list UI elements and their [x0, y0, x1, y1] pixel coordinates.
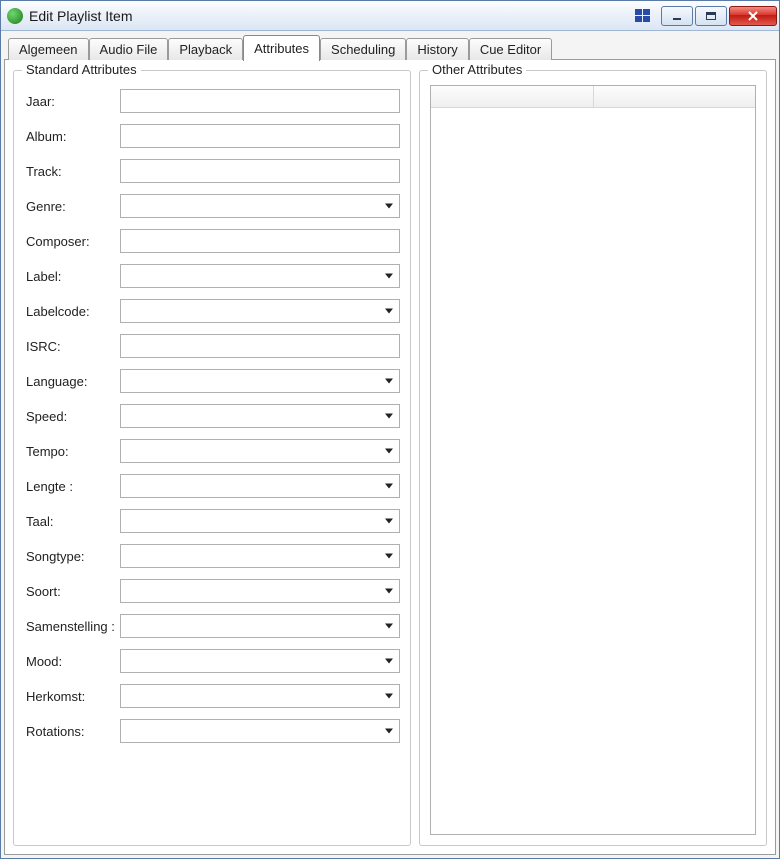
field-row-isrc: ISRC: — [24, 334, 400, 358]
chevron-down-icon — [385, 694, 393, 699]
field-row-herkomst: Herkomst: — [24, 684, 400, 708]
field-row-label: Label: — [24, 264, 400, 288]
chevron-down-icon — [385, 729, 393, 734]
flag-icon[interactable] — [633, 7, 655, 25]
field-label-composer: Composer: — [24, 234, 120, 249]
chevron-down-icon — [385, 379, 393, 384]
labelcode-combobox[interactable] — [120, 299, 400, 323]
speed-combobox[interactable] — [120, 404, 400, 428]
chevron-down-icon — [385, 274, 393, 279]
field-label-samenstelling: Samenstelling : — [24, 619, 120, 634]
tab-cue-editor[interactable]: Cue Editor — [469, 38, 552, 60]
group-standard-title: Standard Attributes — [22, 62, 141, 77]
tab-algemeen[interactable]: Algemeen — [8, 38, 89, 60]
lengte-combobox[interactable] — [120, 474, 400, 498]
client-area: AlgemeenAudio FilePlaybackAttributesSche… — [1, 31, 779, 858]
tab-panel-attributes: Standard Attributes Jaar: Album: Track: Gen… — [4, 59, 776, 855]
maximize-button[interactable] — [695, 6, 727, 26]
tab-scheduling[interactable]: Scheduling — [320, 38, 406, 60]
minimize-button[interactable] — [661, 6, 693, 26]
taal-combobox[interactable] — [120, 509, 400, 533]
genre-combobox[interactable] — [120, 194, 400, 218]
field-label-herkomst: Herkomst: — [24, 689, 120, 704]
field-label-track: Track: — [24, 164, 120, 179]
chevron-down-icon — [385, 554, 393, 559]
field-label-jaar: Jaar: — [24, 94, 120, 109]
field-row-jaar: Jaar: — [24, 89, 400, 113]
list-header-row — [431, 86, 755, 108]
field-label-lengte: Lengte : — [24, 479, 120, 494]
group-other-attributes: Other Attributes — [419, 70, 767, 846]
album-input[interactable] — [120, 124, 400, 148]
jaar-input[interactable] — [120, 89, 400, 113]
close-button[interactable] — [729, 6, 777, 26]
field-row-genre: Genre: — [24, 194, 400, 218]
chevron-down-icon — [385, 624, 393, 629]
tab-audio-file[interactable]: Audio File — [89, 38, 169, 60]
field-row-tempo: Tempo: — [24, 439, 400, 463]
chevron-down-icon — [385, 414, 393, 419]
app-icon — [7, 8, 23, 24]
track-input[interactable] — [120, 159, 400, 183]
tab-playback[interactable]: Playback — [168, 38, 243, 60]
chevron-down-icon — [385, 484, 393, 489]
standard-attributes-form: Jaar: Album: Track: Genre: Composer: Label: La… — [24, 85, 400, 743]
chevron-down-icon — [385, 659, 393, 664]
field-row-language: Language: — [24, 369, 400, 393]
titlebar: Edit Playlist Item — [1, 1, 779, 31]
tabstrip: AlgemeenAudio FilePlaybackAttributesSche… — [4, 34, 776, 60]
chevron-down-icon — [385, 449, 393, 454]
field-row-songtype: Songtype: — [24, 544, 400, 568]
isrc-input[interactable] — [120, 334, 400, 358]
field-row-album: Album: — [24, 124, 400, 148]
tab-attributes[interactable]: Attributes — [243, 35, 320, 61]
field-label-labelcode: Labelcode: — [24, 304, 120, 319]
field-label-isrc: ISRC: — [24, 339, 120, 354]
other-attributes-list[interactable] — [430, 85, 756, 835]
songtype-combobox[interactable] — [120, 544, 400, 568]
field-label-mood: Mood: — [24, 654, 120, 669]
window-controls — [661, 6, 777, 26]
field-row-track: Track: — [24, 159, 400, 183]
chevron-down-icon — [385, 204, 393, 209]
rotations-combobox[interactable] — [120, 719, 400, 743]
field-label-language: Language: — [24, 374, 120, 389]
field-row-composer: Composer: — [24, 229, 400, 253]
field-label-album: Album: — [24, 129, 120, 144]
group-standard-attributes: Standard Attributes Jaar:Album:Track:Gen… — [13, 70, 411, 846]
window-title: Edit Playlist Item — [29, 8, 633, 24]
mood-combobox[interactable] — [120, 649, 400, 673]
composer-input[interactable] — [120, 229, 400, 253]
field-row-speed: Speed: — [24, 404, 400, 428]
field-label-songtype: Songtype: — [24, 549, 120, 564]
field-label-soort: Soort: — [24, 584, 120, 599]
field-row-soort: Soort: — [24, 579, 400, 603]
field-row-mood: Mood: — [24, 649, 400, 673]
language-combobox[interactable] — [120, 369, 400, 393]
soort-combobox[interactable] — [120, 579, 400, 603]
tab-history[interactable]: History — [406, 38, 468, 60]
samenstelling-combobox[interactable] — [120, 614, 400, 638]
field-row-samenstelling: Samenstelling : — [24, 614, 400, 638]
label-combobox[interactable] — [120, 264, 400, 288]
field-label-rotations: Rotations: — [24, 724, 120, 739]
field-label-taal: Taal: — [24, 514, 120, 529]
chevron-down-icon — [385, 519, 393, 524]
chevron-down-icon — [385, 589, 393, 594]
field-label-label: Label: — [24, 269, 120, 284]
tempo-combobox[interactable] — [120, 439, 400, 463]
herkomst-combobox[interactable] — [120, 684, 400, 708]
group-other-title: Other Attributes — [428, 62, 526, 77]
field-row-rotations: Rotations: — [24, 719, 400, 743]
field-label-genre: Genre: — [24, 199, 120, 214]
field-label-tempo: Tempo: — [24, 444, 120, 459]
window: Edit Playlist Item AlgemeenAudio FilePla… — [0, 0, 780, 859]
field-row-lengte: Lengte : — [24, 474, 400, 498]
list-header-col[interactable] — [431, 86, 594, 107]
field-row-labelcode: Labelcode: — [24, 299, 400, 323]
field-label-speed: Speed: — [24, 409, 120, 424]
chevron-down-icon — [385, 309, 393, 314]
field-row-taal: Taal: — [24, 509, 400, 533]
list-header-col[interactable] — [594, 86, 756, 107]
